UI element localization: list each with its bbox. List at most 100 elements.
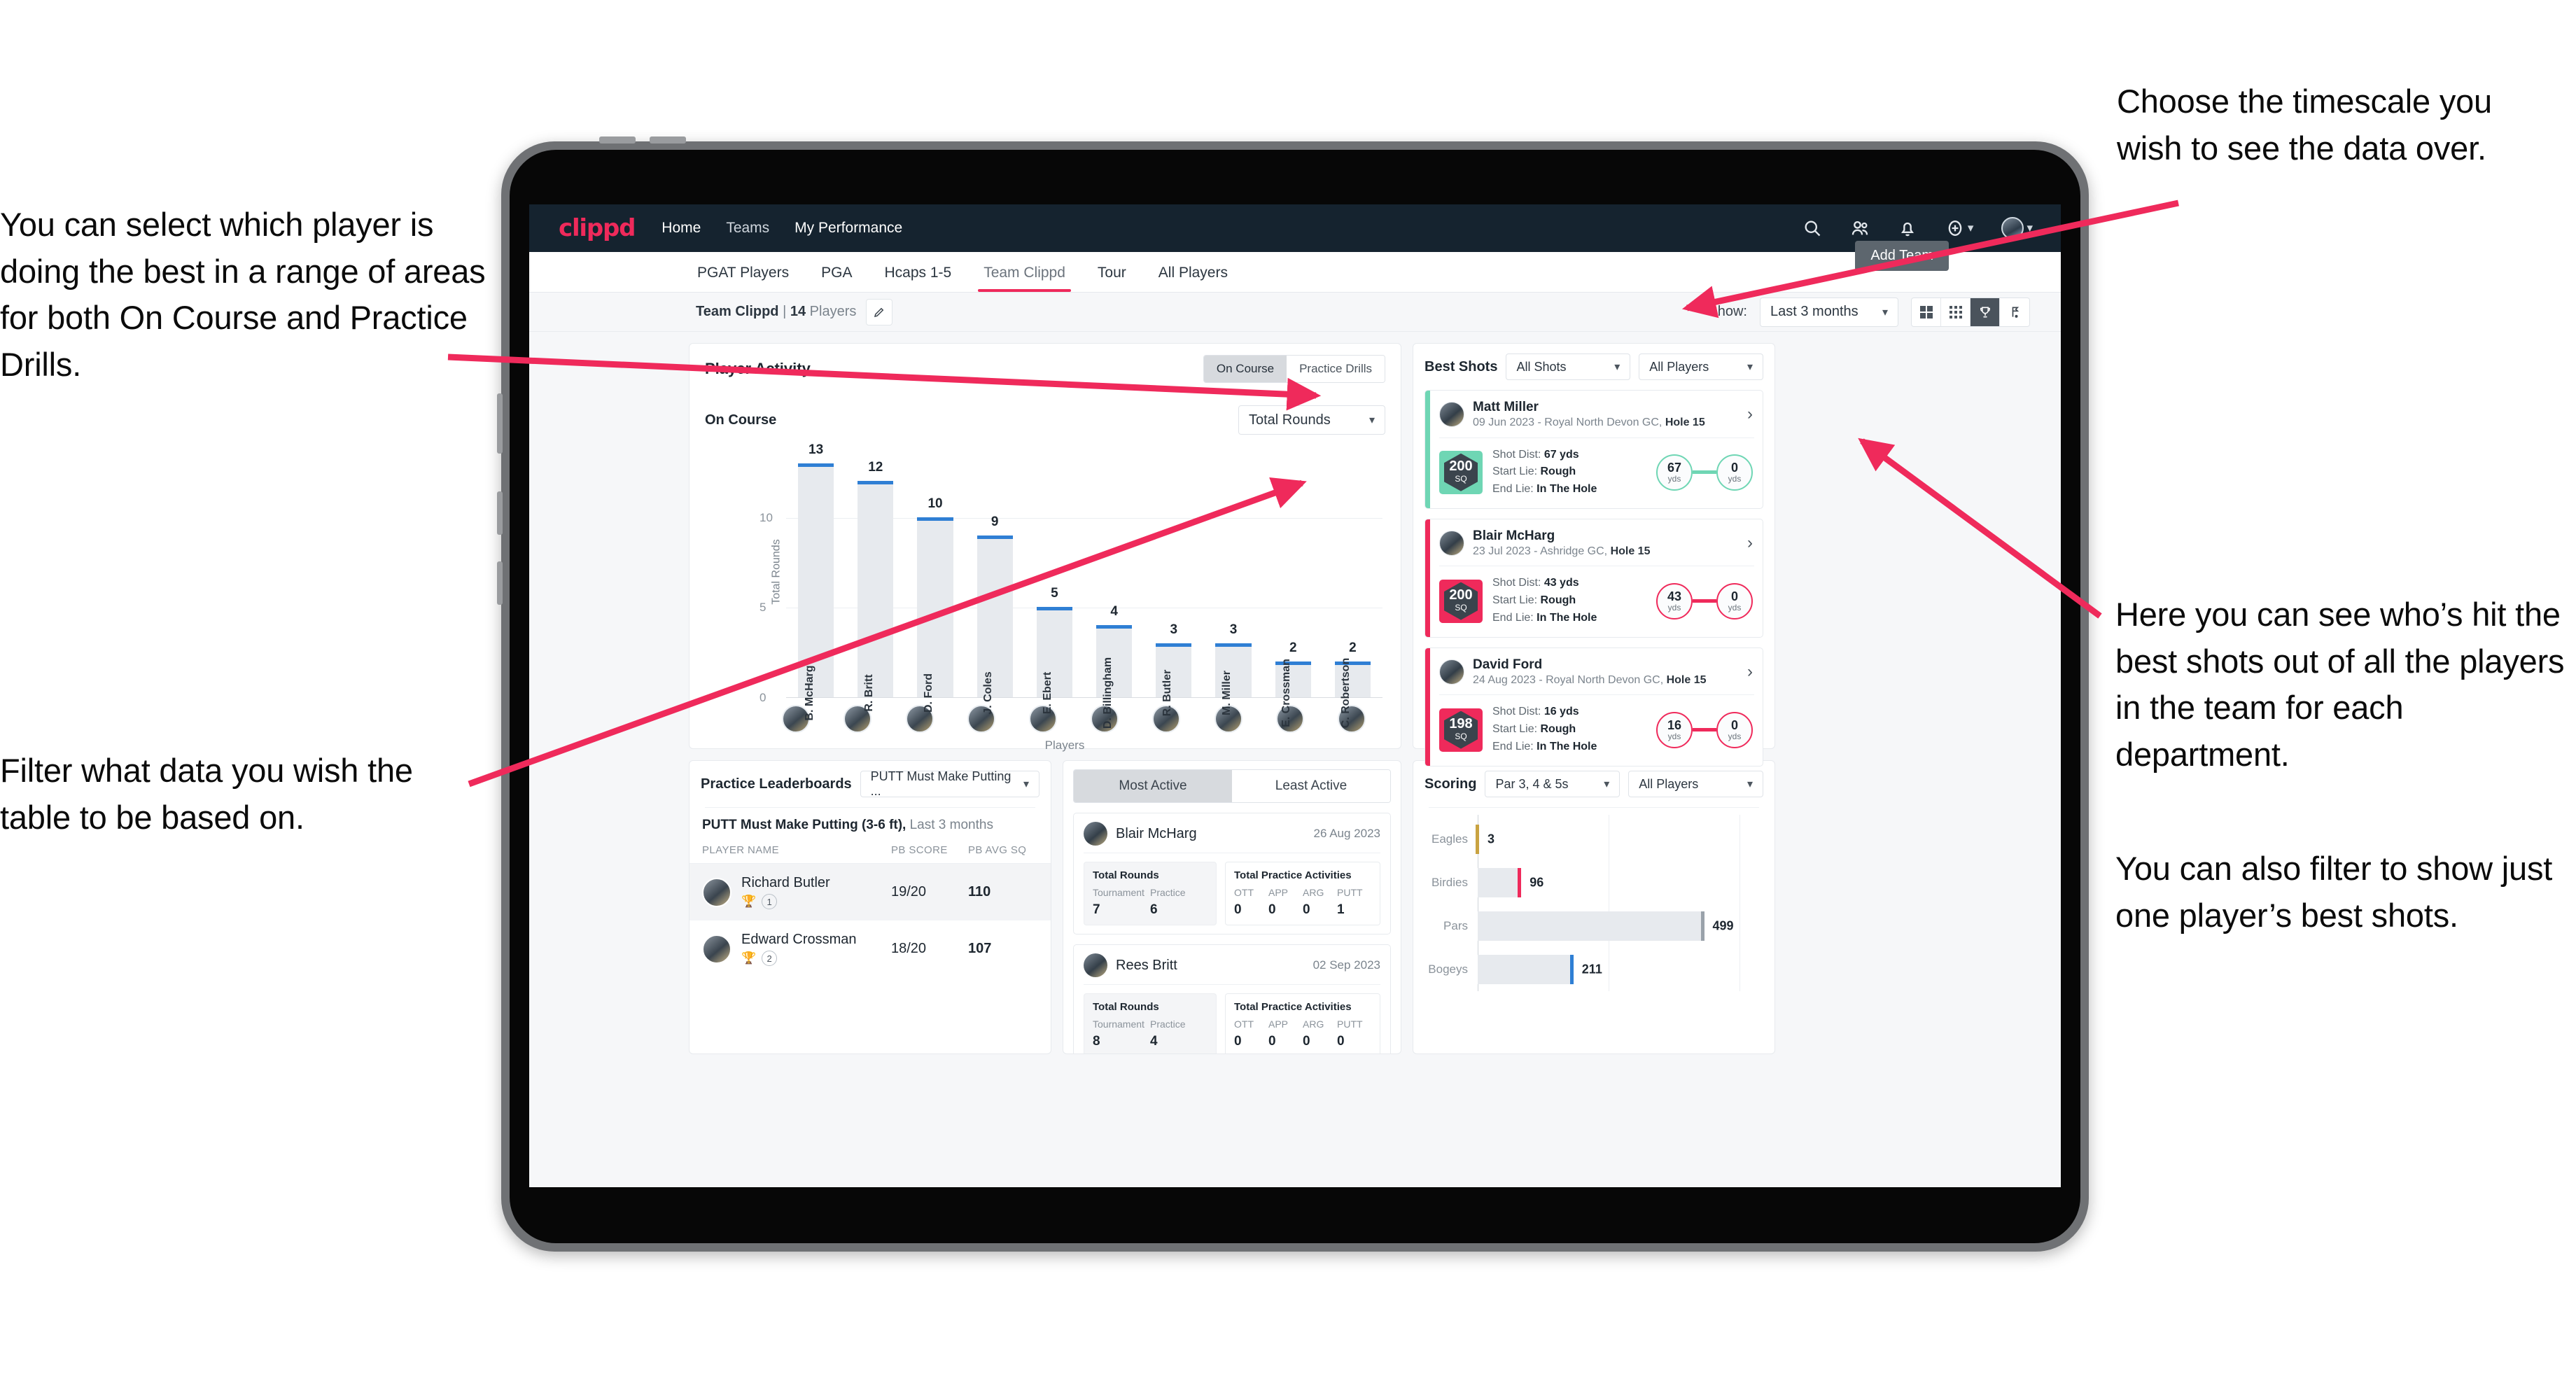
add-menu[interactable]: ▾ bbox=[1945, 218, 1973, 238]
player-avatar[interactable] bbox=[951, 705, 1012, 733]
tab-tour[interactable]: Tour bbox=[1096, 253, 1128, 291]
column-player-name: PLAYER NAME bbox=[702, 844, 779, 856]
bar-column[interactable]: 13 B. McHarg bbox=[786, 442, 846, 721]
bar-chart-plot-area: Total Rounds 0 5 10 13 B. McHarg 12 R. Britt 1… bbox=[747, 442, 1382, 729]
shot-dist-line: Shot Dist: 16 yds bbox=[1492, 706, 1579, 718]
search-icon[interactable] bbox=[1802, 218, 1822, 238]
total-practice-box: Total Practice Activities OTT 0 APP 0 ARG 0 PUT… bbox=[1225, 862, 1380, 925]
timescale-value: Last 3 months bbox=[1770, 304, 1858, 319]
bar-column[interactable]: 3 R. Butler bbox=[1144, 446, 1203, 716]
chevron-right-icon[interactable]: › bbox=[1747, 533, 1753, 553]
column-pb-avg-sq: PB AVG SQ bbox=[968, 844, 1027, 856]
table-row[interactable]: Richard Butler 🏆 1 19/20 110 bbox=[690, 864, 1051, 920]
y-axis-title: Total Rounds bbox=[770, 539, 783, 605]
tab-pgat-players[interactable]: PGAT Players bbox=[696, 253, 790, 291]
start-lie-line: Start Lie: Rough bbox=[1492, 465, 1576, 478]
start-lie-line: Start Lie: Rough bbox=[1492, 723, 1576, 736]
leaderboard-rows: Richard Butler 🏆 1 19/20 110 Edward Crossman 🏆… bbox=[690, 864, 1051, 977]
bell-icon[interactable] bbox=[1898, 218, 1917, 238]
bar-cap bbox=[1096, 625, 1133, 629]
chevron-down-icon: ▾ bbox=[1746, 778, 1754, 790]
bar-column[interactable]: 9 J. Coles bbox=[965, 446, 1025, 715]
rounds-value: 8 bbox=[1093, 1034, 1100, 1049]
segment-on-course[interactable]: On Course bbox=[1203, 356, 1287, 382]
practice-value: 0 bbox=[1268, 902, 1276, 917]
nav-link-home[interactable]: Home bbox=[662, 220, 701, 237]
player-avatar[interactable] bbox=[827, 705, 888, 733]
practice-value: 0 bbox=[1234, 1034, 1242, 1049]
scoring-row[interactable]: Pars 499 bbox=[1424, 904, 1759, 948]
user-menu[interactable]: ▾ bbox=[2001, 217, 2033, 239]
rounds-value: 6 bbox=[1150, 902, 1158, 917]
best-shot-card[interactable]: Blair McHarg 23 Jul 2023 - Ashridge GC, H… bbox=[1424, 518, 1763, 638]
best-shot-card[interactable]: Matt Miller 09 Jun 2023 - Royal North Dev… bbox=[1424, 390, 1763, 509]
pb-avg-sq-value: 107 bbox=[968, 941, 992, 956]
bar-category-label: R. Britt bbox=[862, 674, 875, 712]
x-axis-title: Players bbox=[1044, 738, 1085, 752]
trophy-icon: 🏆 bbox=[741, 895, 757, 908]
bar-column[interactable]: 12 R. Britt bbox=[846, 446, 905, 712]
activity-player-name: Rees Britt bbox=[1116, 957, 1177, 973]
shot-quality-value: 200 bbox=[1449, 458, 1473, 475]
bar-column[interactable]: 2 E. Crossman bbox=[1264, 446, 1323, 727]
divider bbox=[1084, 984, 1380, 985]
best-shot-card[interactable]: David Ford 24 Aug 2023 - Royal North Devo… bbox=[1424, 647, 1763, 766]
shot-to-circle: 0 yds bbox=[1716, 582, 1753, 620]
shot-accent-stripe bbox=[1425, 519, 1430, 637]
bar-column[interactable]: 2 C. Robertson bbox=[1323, 446, 1382, 728]
scoring-row[interactable]: Bogeys 211 bbox=[1424, 948, 1759, 991]
tab-pga[interactable]: PGA bbox=[820, 253, 853, 291]
pb-score-value: 18/20 bbox=[891, 941, 927, 956]
add-team-button[interactable]: Add Team bbox=[1855, 241, 1949, 271]
scoring-par-filter[interactable]: Par 3, 4 & 5s ▾ bbox=[1485, 771, 1620, 797]
segment-practice-drills[interactable]: Practice Drills bbox=[1287, 356, 1385, 382]
activity-cards: Blair McHarg 26 Aug 2023 Total Rounds Tourn… bbox=[1063, 813, 1401, 1054]
tab-hcaps-1-5[interactable]: Hcaps 1-5 bbox=[883, 253, 953, 291]
bar-column[interactable]: 5 E. Ebert bbox=[1025, 446, 1084, 714]
scoring-row[interactable]: Birdies 96 bbox=[1424, 861, 1759, 904]
tab-team-clippd[interactable]: Team Clippd bbox=[978, 253, 1071, 292]
scoring-row[interactable]: Eagles 3 bbox=[1424, 818, 1759, 861]
shot-distance-diagram: 43 yds 0 yds bbox=[1656, 582, 1753, 620]
bar-value: 3 bbox=[1170, 622, 1178, 637]
bar-value: 4 bbox=[1110, 604, 1118, 620]
best-shots-shot-filter[interactable]: All Shots ▾ bbox=[1506, 354, 1631, 380]
tab-most-active[interactable]: Most Active bbox=[1074, 770, 1232, 802]
nav-link-teams[interactable]: Teams bbox=[726, 220, 769, 237]
plus-circle-icon[interactable] bbox=[1945, 218, 1965, 238]
metric-select[interactable]: Total Rounds ▾ bbox=[1238, 405, 1385, 435]
table-row[interactable]: Edward Crossman 🏆 2 18/20 107 bbox=[690, 920, 1051, 977]
avatar bbox=[1084, 822, 1107, 846]
avatar bbox=[1439, 402, 1464, 428]
end-lie-line: End Lie: In The Hole bbox=[1492, 483, 1597, 496]
tab-all-players[interactable]: All Players bbox=[1157, 253, 1229, 291]
bar-column[interactable]: 4 D. Billingham bbox=[1084, 446, 1144, 729]
view-grid-large-button[interactable] bbox=[1912, 298, 1941, 326]
view-trophy-button[interactable] bbox=[1970, 298, 2000, 326]
clippd-logo[interactable]: clippd bbox=[559, 214, 636, 242]
activity-card[interactable]: Rees Britt 02 Sep 2023 Total Rounds Tournam… bbox=[1073, 944, 1391, 1054]
best-shots-player-filter[interactable]: All Players ▾ bbox=[1639, 354, 1763, 380]
player-avatar[interactable] bbox=[765, 705, 827, 733]
people-icon[interactable] bbox=[1850, 218, 1870, 238]
bar-column[interactable]: 3 M. Miller bbox=[1203, 446, 1263, 715]
avatar[interactable] bbox=[2001, 217, 2024, 239]
timescale-select[interactable]: Last 3 months ▾ bbox=[1760, 297, 1898, 327]
drill-select[interactable]: PUTT Must Make Putting ... ▾ bbox=[860, 769, 1040, 798]
player-avatar[interactable] bbox=[888, 705, 950, 733]
avatar bbox=[1439, 659, 1464, 685]
view-grid-small-button[interactable] bbox=[1941, 298, 1970, 326]
chevron-right-icon[interactable]: › bbox=[1747, 662, 1753, 682]
activity-card[interactable]: Blair McHarg 26 Aug 2023 Total Rounds Tourn… bbox=[1073, 813, 1391, 934]
tab-least-active[interactable]: Least Active bbox=[1232, 770, 1390, 802]
avatar bbox=[1439, 531, 1464, 556]
nav-link-my-performance[interactable]: My Performance bbox=[794, 220, 902, 237]
view-flag-button[interactable] bbox=[2000, 298, 2029, 326]
practice-key: PUTT bbox=[1337, 887, 1363, 898]
edit-team-button[interactable] bbox=[866, 298, 893, 326]
scoring-panel: Scoring Par 3, 4 & 5s ▾ All Players ▾ Ea… bbox=[1413, 760, 1775, 1054]
bar-column[interactable]: 10 D. Ford bbox=[905, 446, 965, 713]
chevron-down-icon: ▾ bbox=[1604, 778, 1610, 790]
scoring-player-filter[interactable]: All Players ▾ bbox=[1628, 771, 1764, 797]
chevron-right-icon[interactable]: › bbox=[1747, 405, 1753, 424]
